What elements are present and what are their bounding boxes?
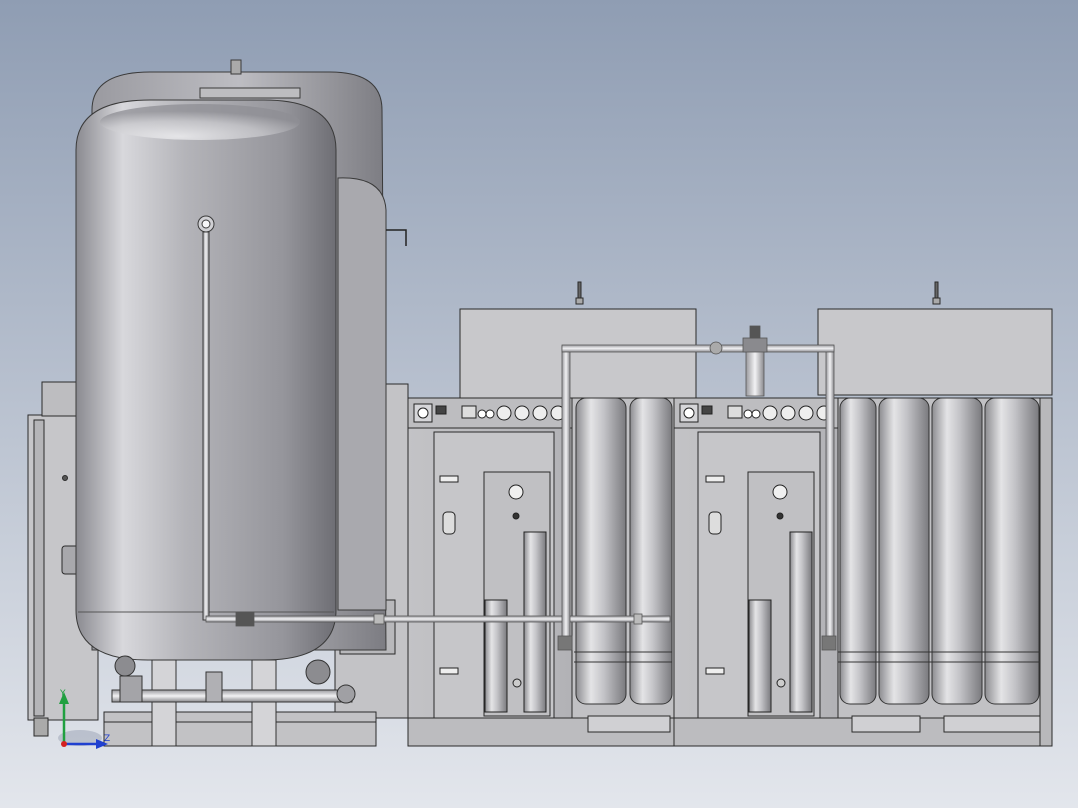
cad-viewport[interactable]: Y Z [0,0,1078,808]
triad-y-label: Y [59,689,66,699]
x-axis-marker [61,741,67,747]
front-air-receiver [75,99,337,661]
triad-z-label: Z [104,734,110,744]
assembly-drawing: Y Z [0,0,1078,808]
